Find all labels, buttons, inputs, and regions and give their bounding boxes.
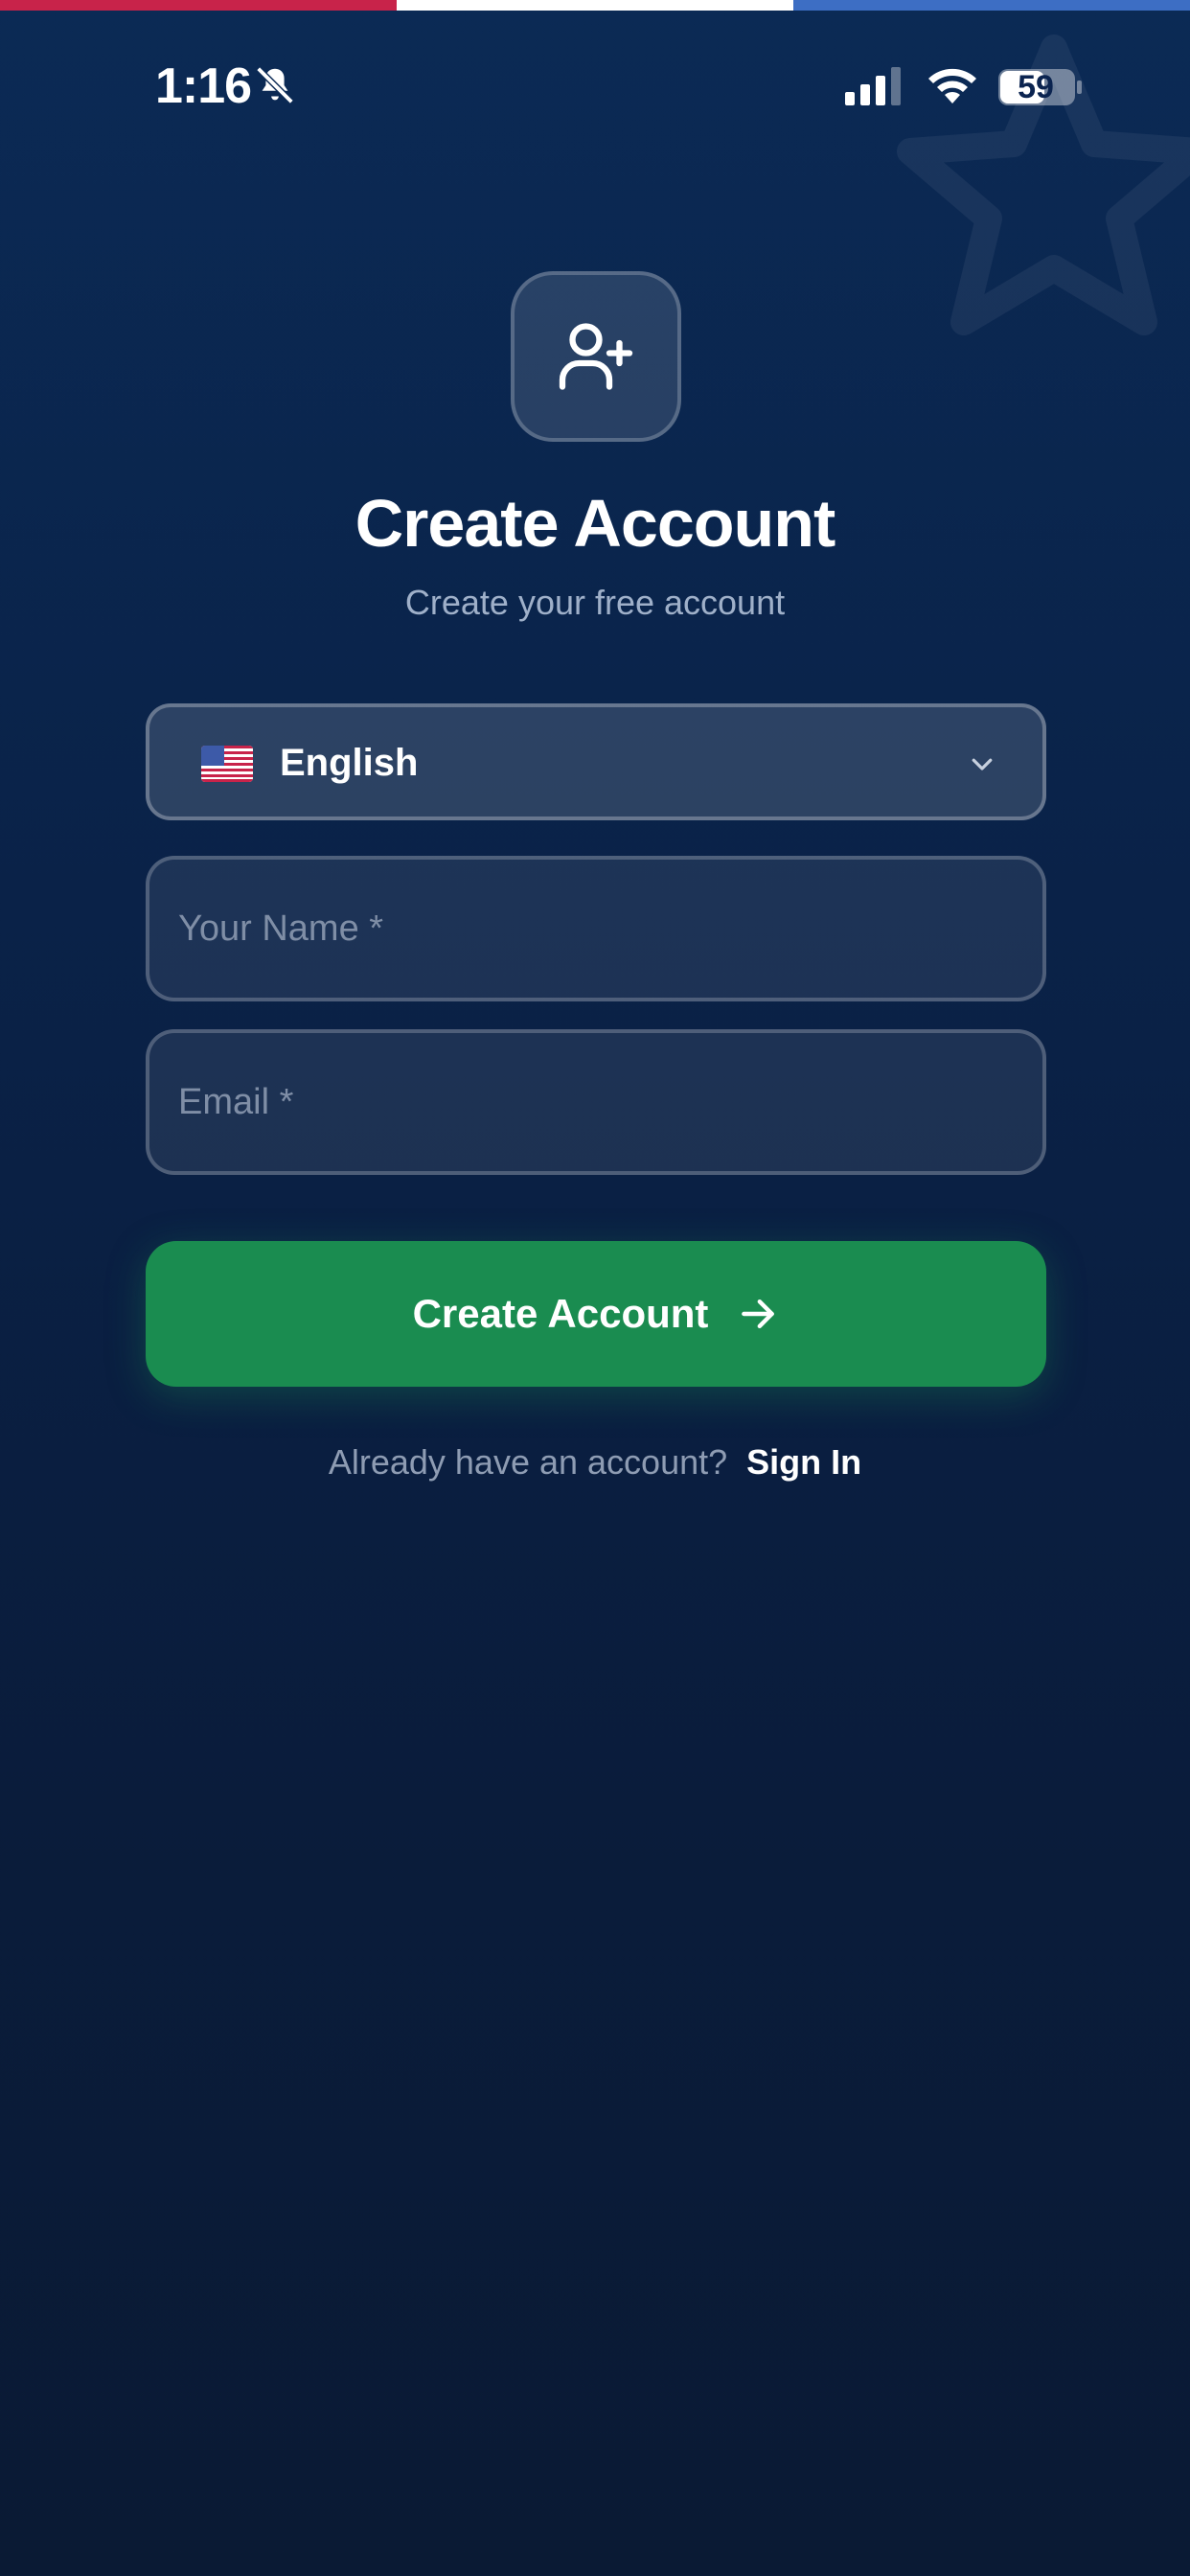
us-flag-icon [201, 746, 253, 782]
language-select[interactable]: English [146, 703, 1046, 820]
create-account-button[interactable]: Create Account [146, 1241, 1046, 1387]
chevron-down-icon [972, 758, 993, 770]
arrow-right-icon [742, 1299, 775, 1329]
name-field[interactable] [149, 860, 1042, 998]
name-field-container [146, 856, 1046, 1001]
status-time: 1:16 [155, 58, 252, 114]
wifi-icon [928, 68, 976, 104]
page-title: Create Account [355, 486, 836, 561]
user-plus-icon [559, 323, 633, 390]
signin-prompt: Already have an account? [328, 1442, 728, 1482]
email-field[interactable] [149, 1033, 1042, 1171]
email-field-container [146, 1029, 1046, 1175]
create-account-label: Create Account [412, 1291, 709, 1336]
signal-icon [845, 67, 901, 105]
page-subtitle: Create your free account [404, 583, 786, 622]
language-label: English [280, 742, 419, 784]
signin-row: Already have an account? Sign In [0, 1442, 1190, 1483]
signin-link[interactable]: Sign In [746, 1442, 861, 1482]
battery-level: 59 [1018, 69, 1054, 105]
status-bar: 1:16 59 [0, 0, 1190, 172]
header-icon-box [511, 271, 681, 442]
bell-slash-icon [256, 66, 294, 104]
